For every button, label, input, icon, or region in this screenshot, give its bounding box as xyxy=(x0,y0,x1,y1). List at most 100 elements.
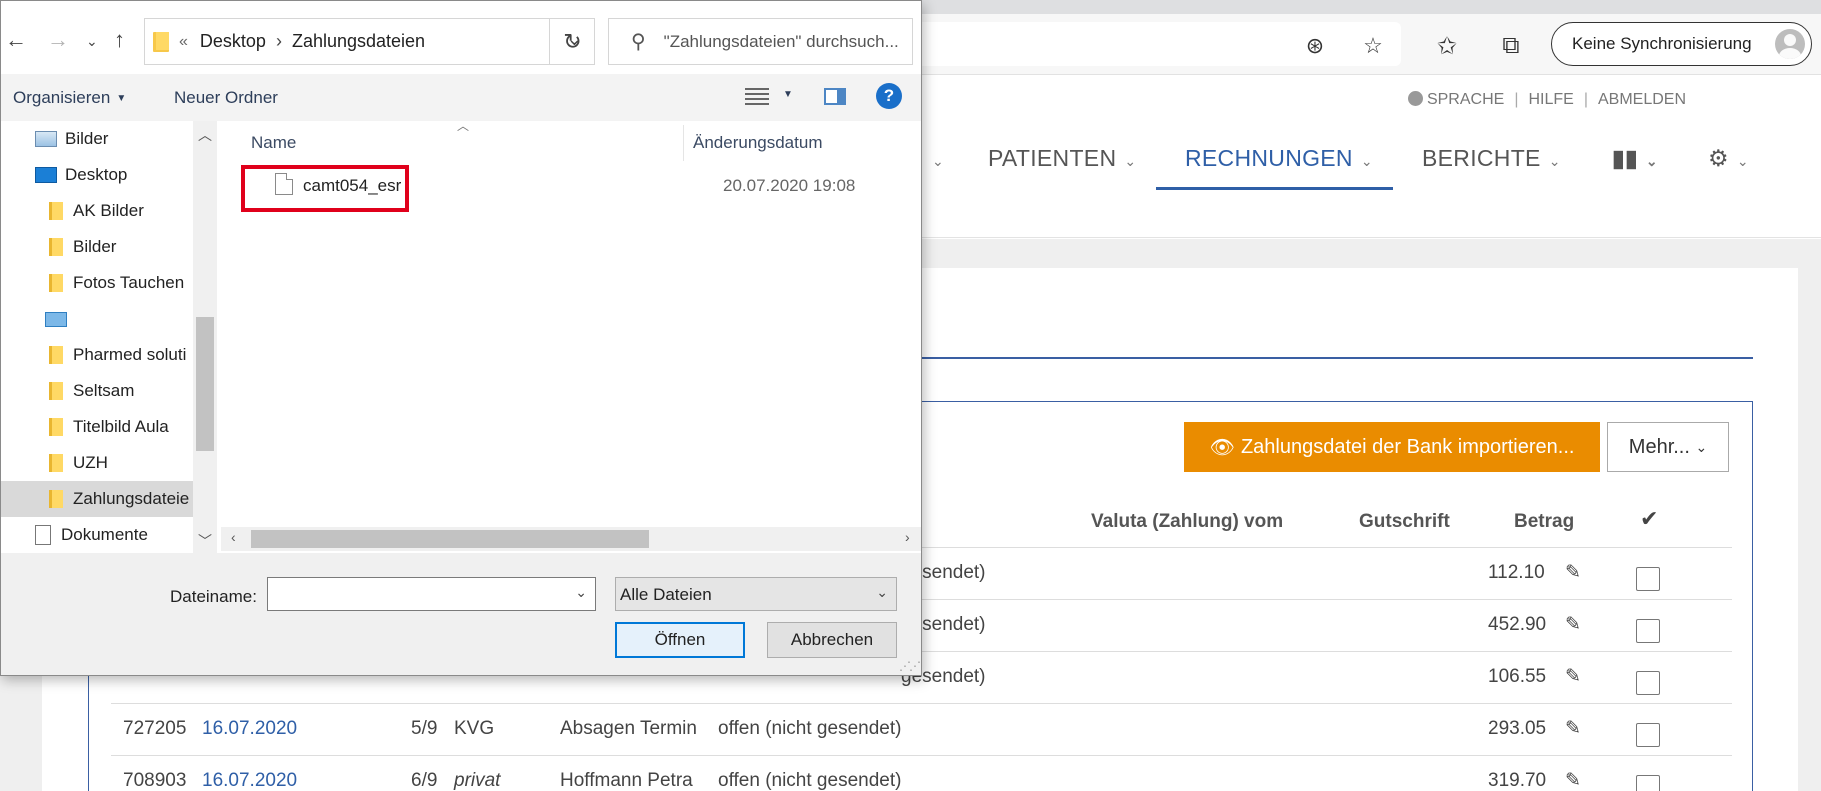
col-gutschrift[interactable]: Gutschrift xyxy=(1359,511,1450,533)
refresh-icon[interactable]: ↻ xyxy=(549,18,595,65)
row-checkbox[interactable] xyxy=(1636,619,1660,643)
edit-icon[interactable]: ✎ xyxy=(1565,561,1581,584)
import-payment-file-button[interactable]: 👁 Zahlungsdatei der Bank importieren... xyxy=(1184,422,1600,472)
row-checkbox[interactable] xyxy=(1636,723,1660,747)
logout-link[interactable]: ABMELDEN xyxy=(1598,91,1686,109)
filetype-select[interactable]: Alle Dateien ⌄ xyxy=(615,577,897,611)
file-highlight-annotation xyxy=(241,165,409,212)
nav-item-uzh[interactable]: UZH xyxy=(1,445,193,481)
organize-menu[interactable]: Organisieren ▼ xyxy=(13,88,126,108)
column-modified-date[interactable]: Änderungsdatum xyxy=(693,133,822,153)
favorites-icon[interactable]: ✩ xyxy=(1432,31,1462,61)
help-icon[interactable]: ? xyxy=(876,83,902,109)
nav-caret-hidden[interactable]: ⌄ xyxy=(924,145,944,172)
more-button[interactable]: Mehr... ⌄ xyxy=(1607,422,1729,472)
file-list-hscrollbar[interactable]: ‹ › xyxy=(221,527,921,551)
language-link[interactable]: SPRACHE xyxy=(1407,91,1504,109)
sync-button[interactable]: Keine Synchronisierung xyxy=(1551,22,1812,66)
nav-item-pharmed[interactable]: Pharmed soluti xyxy=(1,337,193,373)
view-options-icon[interactable] xyxy=(745,85,769,107)
nav-rechnungen[interactable]: RECHNUNGEN ⌄ xyxy=(1185,145,1373,172)
column-separator[interactable] xyxy=(683,125,684,161)
address-bar[interactable]: ⊛ ☆ xyxy=(905,22,1401,66)
path-breadcrumb[interactable]: « Desktop › Zahlungsdateien ⌄ xyxy=(144,18,595,65)
resize-grip-icon[interactable]: ⋰⋰ xyxy=(899,659,921,673)
chevron-down-icon: ⌄ xyxy=(1360,153,1373,169)
edit-icon[interactable]: ✎ xyxy=(1565,665,1581,688)
row-checkbox[interactable] xyxy=(1636,567,1660,591)
bar-chart-icon: ▮▮ xyxy=(1612,145,1638,171)
breadcrumb-zahlungsdateien[interactable]: Zahlungsdateien xyxy=(292,31,425,52)
col-valuta[interactable]: Valuta (Zahlung) vom xyxy=(1091,511,1283,533)
scroll-thumb xyxy=(196,317,214,451)
pictures-icon xyxy=(35,131,57,147)
folder-icon xyxy=(49,382,63,400)
help-link[interactable]: HILFE xyxy=(1528,91,1573,109)
tracking-prevention-icon[interactable]: ⊛ xyxy=(1303,33,1327,58)
documents-icon xyxy=(35,525,51,545)
chevron-down-icon: ⌄ xyxy=(1695,438,1708,455)
nav-item-zahlungsdateien[interactable]: Zahlungsdateie xyxy=(1,481,193,517)
nav-settings[interactable]: ⚙ ⌄ xyxy=(1708,145,1749,172)
desktop-icon xyxy=(35,167,57,183)
globe-icon xyxy=(1407,91,1423,106)
table-row[interactable]: 727205 16.07.2020 5/9 KVG Absagen Termin… xyxy=(111,703,1732,755)
command-bar: Organisieren ▼ Neuer Ordner ▼ ? xyxy=(1,74,921,121)
active-tab-indicator xyxy=(1156,187,1393,190)
file-open-dialog: ← → ⌄ ↑ « Desktop › Zahlungsdateien ⌄ ↻ … xyxy=(0,0,922,676)
nav-item-control-panel[interactable] xyxy=(1,301,193,337)
overflow-indicator[interactable]: « xyxy=(179,33,188,51)
row-checkbox[interactable] xyxy=(1636,671,1660,695)
nav-item-ak-bilder[interactable]: AK Bilder xyxy=(1,193,193,229)
table-row[interactable]: 708903 16.07.2020 6/9 privat Hoffmann Pe… xyxy=(111,755,1732,791)
nav-item-desktop[interactable]: Desktop xyxy=(1,157,193,193)
sync-label: Keine Synchronisierung xyxy=(1572,34,1752,53)
chevron-down-icon[interactable]: ⌄ xyxy=(575,584,587,601)
back-arrow-icon[interactable]: ← xyxy=(5,27,27,53)
edit-icon[interactable]: ✎ xyxy=(1565,717,1581,740)
nav-patienten[interactable]: PATIENTEN ⌄ xyxy=(988,145,1136,172)
recent-locations-chevron-icon[interactable]: ⌄ xyxy=(86,33,98,50)
new-folder-button[interactable]: Neuer Ordner xyxy=(174,88,278,108)
search-icon: ⚲ xyxy=(631,31,646,53)
filename-input[interactable]: ⌄ xyxy=(267,577,596,611)
invoice-date-link[interactable]: 16.07.2020 xyxy=(202,770,297,791)
dialog-address-row: ← → ⌄ ↑ « Desktop › Zahlungsdateien ⌄ ↻ … xyxy=(1,1,921,74)
chevron-down-icon: ⌄ xyxy=(1124,153,1137,169)
forward-arrow-icon[interactable]: → xyxy=(47,27,69,53)
nav-item-dokumente[interactable]: Dokumente xyxy=(1,517,193,553)
dropdown-triangle-icon[interactable]: ▼ xyxy=(783,89,793,100)
preview-pane-icon[interactable] xyxy=(824,88,846,105)
nav-statistics[interactable]: ▮▮ ⌄ xyxy=(1612,145,1658,172)
nav-item-titelbild-aula[interactable]: Titelbild Aula xyxy=(1,409,193,445)
cancel-button[interactable]: Abbrechen xyxy=(767,622,897,658)
nav-item-bilder[interactable]: Bilder xyxy=(1,121,193,157)
breadcrumb-desktop[interactable]: Desktop xyxy=(200,31,266,52)
checkmark-icon: ✔ xyxy=(1640,506,1659,531)
column-name[interactable]: Name xyxy=(251,133,296,153)
collections-icon[interactable]: ⧉ xyxy=(1496,31,1526,61)
col-betrag[interactable]: Betrag xyxy=(1514,511,1574,533)
folder-icon xyxy=(49,202,63,220)
folder-icon xyxy=(49,238,63,256)
nav-item-seltsam[interactable]: Seltsam xyxy=(1,373,193,409)
search-input[interactable]: ⚲ "Zahlungsdateien" durchsuch... xyxy=(608,18,913,65)
dialog-footer: Dateiname: ⌄ Alle Dateien ⌄ Öffnen Abbre… xyxy=(1,553,921,675)
chevron-right-icon[interactable]: › xyxy=(276,31,282,52)
open-button[interactable]: Öffnen xyxy=(615,622,745,658)
nav-item-fotos-tauchen[interactable]: Fotos Tauchen xyxy=(1,265,193,301)
row-checkbox[interactable] xyxy=(1636,775,1660,791)
top-links: SPRACHE | HILFE | ABMELDEN xyxy=(1407,91,1686,109)
nav-berichte[interactable]: BERICHTE ⌄ xyxy=(1422,145,1561,172)
dropdown-triangle-icon: ▼ xyxy=(116,93,127,104)
folder-icon xyxy=(49,346,63,364)
nav-item-bilder-folder[interactable]: Bilder xyxy=(1,229,193,265)
nav-scrollbar[interactable]: ︿ ﹀ xyxy=(193,121,217,553)
edit-icon[interactable]: ✎ xyxy=(1565,613,1581,636)
chevron-down-icon: ⌄ xyxy=(876,584,888,600)
edit-icon[interactable]: ✎ xyxy=(1565,769,1581,791)
up-arrow-icon[interactable]: ↑ xyxy=(114,27,125,53)
favorite-star-icon[interactable]: ☆ xyxy=(1361,33,1385,58)
folder-icon xyxy=(153,31,169,52)
invoice-date-link[interactable]: 16.07.2020 xyxy=(202,718,297,740)
